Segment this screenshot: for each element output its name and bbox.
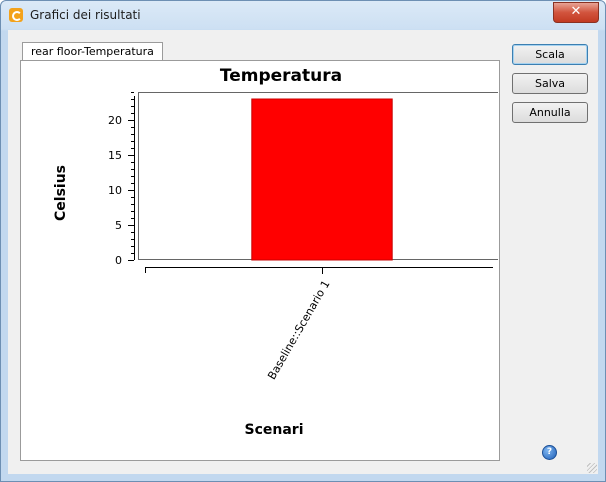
y-axis-label: Celsius (53, 165, 69, 221)
y-tick-label: 20 (108, 114, 122, 127)
save-button[interactable]: Salva (512, 73, 588, 94)
scale-button[interactable]: Scala (512, 44, 588, 65)
y-tick-label: 15 (108, 149, 122, 162)
dialog-window: Grafici dei risultati ✕ rear floor-Tempe… (0, 0, 606, 482)
x-axis-label: Scenari (245, 422, 304, 438)
tab-rear-floor-temperatura[interactable]: rear floor-Temperatura (22, 42, 163, 60)
window-title: Grafici dei risultati (30, 8, 141, 22)
y-tick-label: 5 (115, 219, 122, 232)
chart-panel: Temperatura Celsius Scenari 0 5 10 15 20 Bas… (20, 60, 500, 461)
help-icon[interactable]: ? (542, 445, 557, 460)
y-tick-label: 0 (115, 254, 122, 267)
cancel-button[interactable]: Annulla (512, 102, 588, 123)
bar (251, 98, 393, 261)
bar-chart: Temperatura Celsius Scenari 0 5 10 15 20 Bas… (53, 66, 498, 438)
dialog-body: rear floor-Temperatura Temperatura Celsi… (8, 30, 598, 474)
app-logo-icon (9, 8, 23, 22)
resize-grip[interactable] (587, 463, 597, 473)
close-button[interactable]: ✕ (553, 2, 599, 23)
chart-title: Temperatura (220, 66, 342, 86)
title-bar[interactable]: Grafici dei risultati ✕ (1, 1, 605, 31)
y-tick-label: 10 (108, 184, 122, 197)
x-tick-label: Baseline::Scenario 1 (265, 278, 332, 382)
